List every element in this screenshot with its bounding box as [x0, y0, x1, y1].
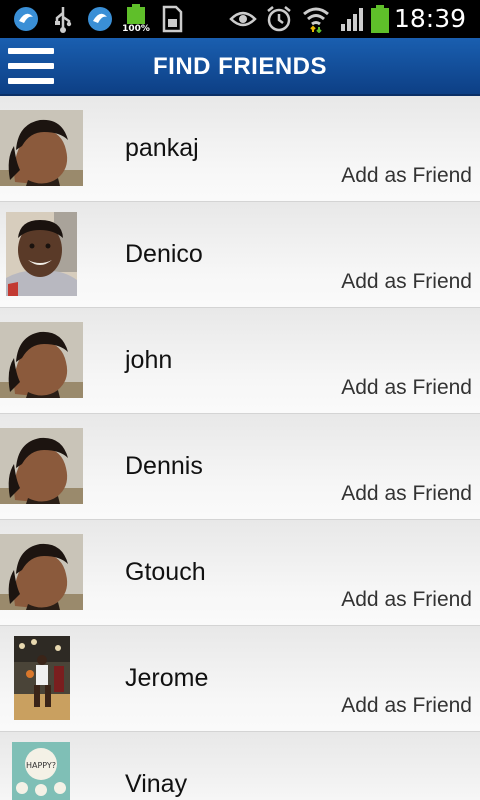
- list-item[interactable]: Jerome Add as Friend: [0, 626, 480, 732]
- avatar: HAPPY?: [12, 742, 70, 800]
- friend-name: Vinay: [125, 770, 188, 798]
- app-icon: [10, 4, 42, 34]
- usb-icon: [50, 4, 76, 34]
- list-item[interactable]: HAPPY? Vinay: [0, 732, 480, 800]
- avatar: [6, 212, 77, 296]
- battery-full-icon: 100%: [120, 4, 152, 34]
- battery-percent-label: 100%: [122, 24, 150, 34]
- page-title: FIND FRIENDS: [153, 53, 327, 80]
- avatar: [0, 428, 83, 504]
- friend-name: Denico: [125, 240, 203, 268]
- list-item[interactable]: Denico Add as Friend: [0, 202, 480, 308]
- eye-icon: [228, 4, 258, 34]
- wifi-icon: [300, 4, 332, 34]
- avatar: [0, 534, 83, 610]
- friend-name: pankaj: [125, 134, 199, 162]
- signal-icon: [338, 4, 366, 34]
- avatar: [0, 110, 83, 186]
- alarm-icon: [264, 4, 294, 34]
- friend-name: john: [125, 346, 173, 374]
- add-as-friend-button[interactable]: Add as Friend: [341, 376, 472, 400]
- list-item[interactable]: Gtouch Add as Friend: [0, 520, 480, 626]
- add-as-friend-button[interactable]: Add as Friend: [341, 694, 472, 718]
- list-item[interactable]: pankaj Add as Friend: [0, 96, 480, 202]
- app-icon: [84, 4, 116, 34]
- status-bar: 100% 18:39: [0, 0, 480, 38]
- avatar: [0, 322, 83, 398]
- add-as-friend-button[interactable]: Add as Friend: [341, 270, 472, 294]
- friend-name: Dennis: [125, 452, 203, 480]
- app-header: FIND FRIENDS: [0, 38, 480, 96]
- friends-list[interactable]: pankaj Add as Friend Denico Add as Frien…: [0, 96, 480, 800]
- svg-text:HAPPY?: HAPPY?: [26, 761, 56, 770]
- list-item[interactable]: Dennis Add as Friend: [0, 414, 480, 520]
- add-as-friend-button[interactable]: Add as Friend: [341, 164, 472, 188]
- clock-time: 18:39: [393, 4, 466, 33]
- sd-card-icon: [158, 4, 186, 34]
- list-item[interactable]: john Add as Friend: [0, 308, 480, 414]
- add-as-friend-button[interactable]: Add as Friend: [341, 482, 472, 506]
- friend-name: Jerome: [125, 664, 209, 692]
- friend-name: Gtouch: [125, 558, 206, 586]
- add-as-friend-button[interactable]: Add as Friend: [341, 588, 472, 612]
- hamburger-menu-icon[interactable]: [8, 47, 54, 85]
- avatar: [14, 636, 70, 720]
- battery-icon: [368, 4, 392, 34]
